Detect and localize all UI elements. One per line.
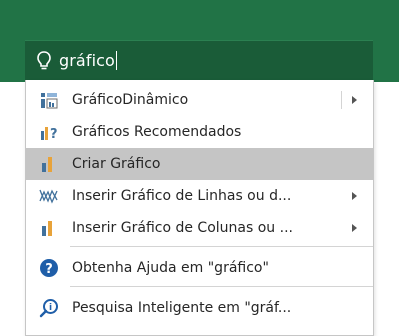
- line-chart-icon: [39, 186, 59, 206]
- search-results-menu: GráficoDinâmico ? Gráficos Recomendados …: [25, 80, 374, 336]
- menu-item-insert-column-chart[interactable]: Inserir Gráfico de Colunas ou ...: [26, 212, 373, 244]
- svg-text:?: ?: [50, 127, 58, 142]
- menu-divider: [70, 246, 373, 247]
- submenu-arrow-icon[interactable]: [352, 96, 357, 104]
- search-input[interactable]: gráfico: [59, 51, 115, 70]
- create-chart-icon: [39, 154, 59, 174]
- menu-item-label: Inserir Gráfico de Linhas ou d...: [72, 188, 292, 204]
- menu-item-label: Criar Gráfico: [72, 156, 161, 172]
- menu-item-label: Pesquisa Inteligente em "gráf...: [72, 300, 292, 316]
- menu-item-insert-line-chart[interactable]: Inserir Gráfico de Linhas ou d...: [26, 180, 373, 212]
- menu-item-label: Inserir Gráfico de Colunas ou ...: [72, 220, 293, 236]
- help-icon: ?: [39, 258, 59, 278]
- tell-me-search-box[interactable]: gráfico: [25, 40, 373, 80]
- menu-item-get-help[interactable]: ? Obtenha Ajuda em "gráfico": [26, 252, 373, 284]
- menu-item-label: Obtenha Ajuda em "gráfico": [72, 260, 269, 276]
- submenu-arrow-icon[interactable]: [352, 192, 357, 200]
- smart-lookup-icon: i: [39, 298, 59, 318]
- submenu-arrow-icon[interactable]: [352, 224, 357, 232]
- pivot-chart-icon: [39, 90, 59, 110]
- svg-text:?: ?: [45, 262, 53, 277]
- column-chart-icon: [39, 218, 59, 238]
- recommended-charts-icon: ?: [39, 122, 59, 142]
- menu-item-create-chart[interactable]: Criar Gráfico: [26, 148, 373, 180]
- menu-item-recommended-charts[interactable]: ? Gráficos Recomendados: [26, 116, 373, 148]
- submenu-separator: [341, 91, 342, 109]
- menu-item-smart-lookup[interactable]: i Pesquisa Inteligente em "gráf...: [26, 292, 373, 324]
- text-cursor: [115, 51, 117, 70]
- menu-divider: [70, 286, 373, 287]
- menu-item-label: Gráficos Recomendados: [72, 124, 242, 140]
- svg-text:i: i: [49, 303, 52, 313]
- lightbulb-icon: [37, 50, 51, 69]
- menu-item-pivot-chart[interactable]: GráficoDinâmico: [26, 84, 373, 116]
- menu-item-label: GráficoDinâmico: [72, 92, 189, 108]
